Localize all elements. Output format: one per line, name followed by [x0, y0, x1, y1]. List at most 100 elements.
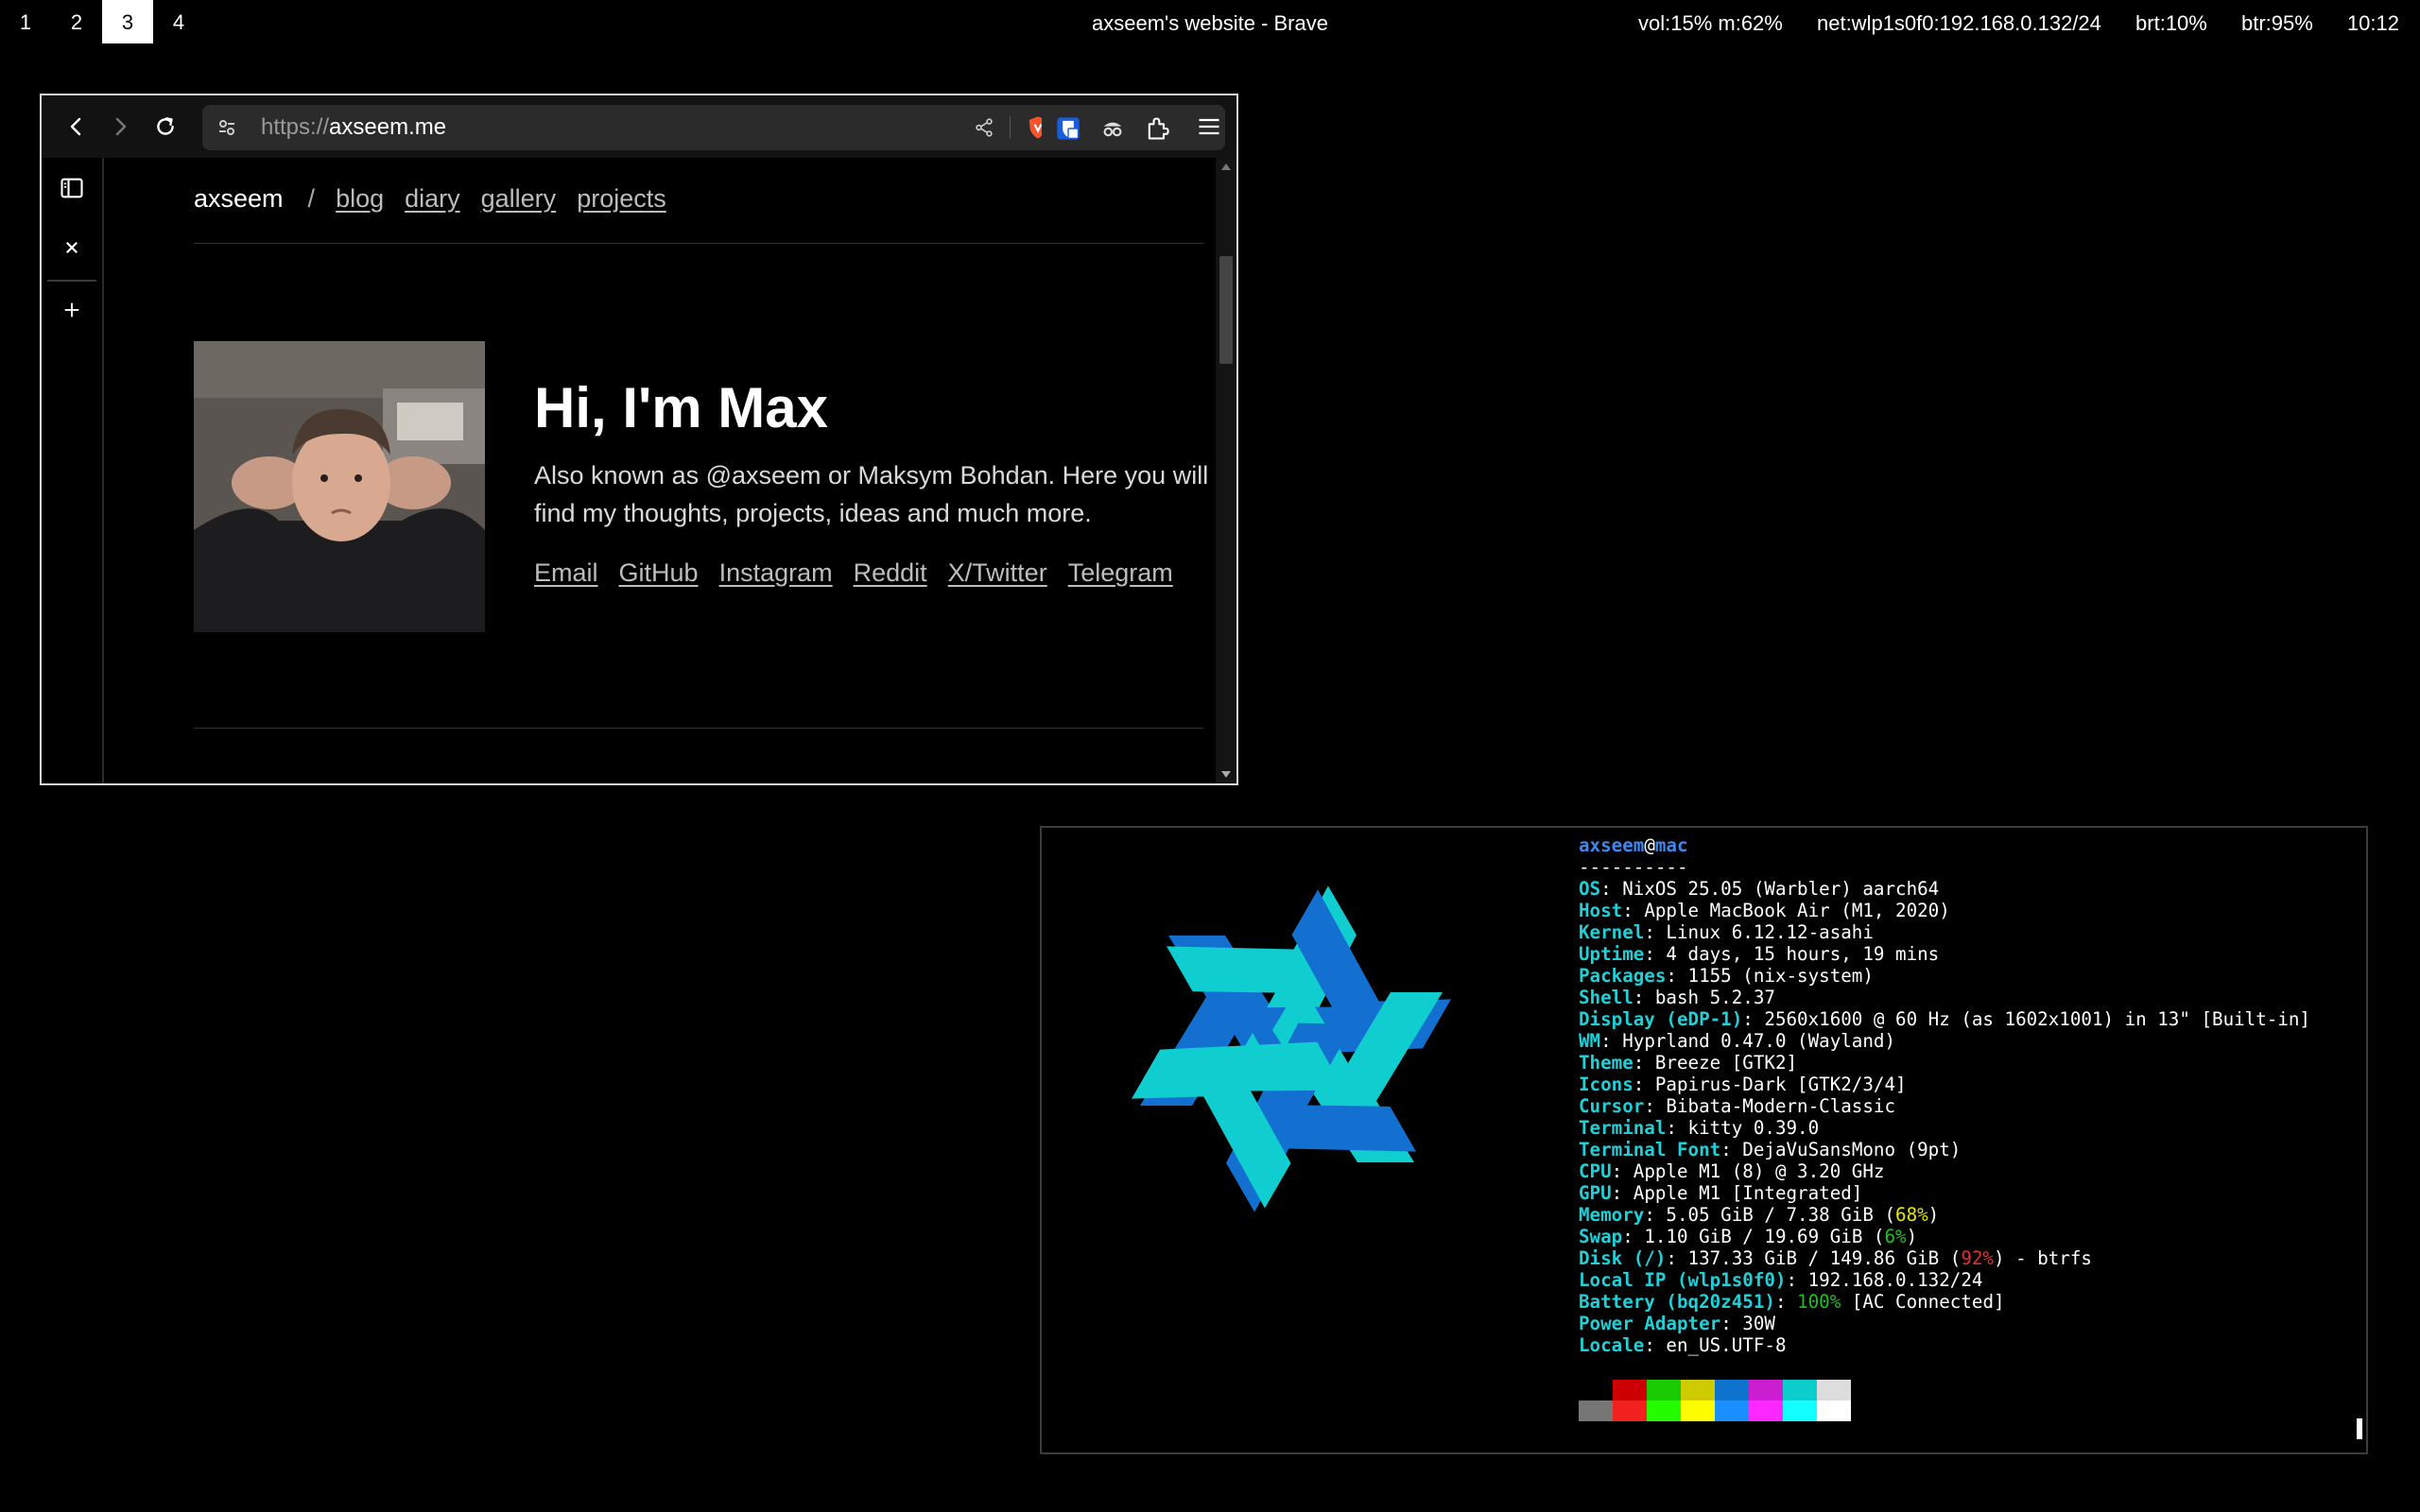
- palette-swatch: [1749, 1380, 1783, 1400]
- address-bar[interactable]: https://axseem.me: [202, 105, 1063, 150]
- web-page-content: axseem / blog diary gallery projects Hi, I'm …: [104, 158, 1216, 783]
- info-highlight: 92%: [1961, 1247, 1994, 1269]
- info-line: Packages: 1155 (nix-system): [1579, 965, 1874, 987]
- email-link[interactable]: Email: [534, 558, 598, 587]
- info-value: 192.168.0.132/24: [1807, 1269, 1983, 1291]
- info-key: Locale: [1579, 1334, 1645, 1356]
- info-key: Terminal Font: [1579, 1139, 1721, 1160]
- info-key: Battery (bq20z451): [1579, 1291, 1775, 1313]
- scroll-up-arrow-icon[interactable]: [1220, 162, 1232, 171]
- incognito-extension-icon[interactable]: [1099, 115, 1126, 142]
- volume-status: vol:15% m:62%: [1638, 11, 1783, 35]
- workspace-2[interactable]: 2: [51, 0, 102, 43]
- network-status: net:wlp1s0f0:192.168.0.132/24: [1816, 11, 2101, 35]
- nav-link-blog[interactable]: blog: [336, 184, 384, 213]
- page-scrollbar[interactable]: [1216, 158, 1236, 783]
- info-key: Cursor: [1579, 1095, 1645, 1117]
- site-brand-link[interactable]: axseem: [194, 184, 284, 213]
- share-icon[interactable]: [974, 117, 994, 138]
- instagram-link[interactable]: Instagram: [719, 558, 833, 587]
- nav-link-diary[interactable]: diary: [405, 184, 460, 213]
- info-line: GPU: Apple M1 [Integrated]: [1579, 1182, 1863, 1204]
- palette-swatch: [1579, 1380, 1613, 1400]
- info-value: Breeze [GTK2]: [1654, 1052, 1798, 1074]
- workspace-1[interactable]: 1: [0, 0, 51, 43]
- user-host-line: axseem@mac: [1579, 834, 2310, 856]
- palette-swatch: [1681, 1380, 1715, 1400]
- palette-bright-row: [1579, 1400, 1851, 1421]
- palette-swatch: [1579, 1400, 1613, 1421]
- section-divider: [194, 728, 1203, 729]
- main-menu-button[interactable]: [1191, 109, 1227, 145]
- site-settings-icon[interactable]: [216, 116, 238, 139]
- telegram-link[interactable]: Telegram: [1068, 558, 1173, 587]
- info-highlight: 100%: [1797, 1291, 1841, 1313]
- info-line: Battery (bq20z451): 100% [AC Connected]: [1579, 1291, 2005, 1313]
- extensions-puzzle-icon[interactable]: [1144, 115, 1170, 142]
- info-highlight: 6%: [1884, 1226, 1907, 1247]
- info-tail: ) - btrfs: [1993, 1247, 2092, 1269]
- info-value: Apple M1 (8) @ 3.20 GHz: [1633, 1160, 1885, 1182]
- toggle-sidebar-button[interactable]: [42, 164, 102, 212]
- github-link[interactable]: GitHub: [619, 558, 699, 587]
- info-line: Swap: 1.10 GiB / 19.69 GiB (6%): [1579, 1226, 1918, 1247]
- title-underline: ----------: [1579, 856, 1688, 878]
- url-host: axseem.me: [329, 114, 447, 140]
- workspace-3-active[interactable]: 3: [102, 0, 153, 43]
- nav-link-gallery[interactable]: gallery: [481, 184, 557, 213]
- info-value: kitty 0.39.0: [1687, 1117, 1820, 1139]
- browser-sidebar: [42, 158, 104, 783]
- info-highlight: 68%: [1895, 1204, 1928, 1226]
- close-tab-button[interactable]: [42, 224, 102, 271]
- info-value: DejaVuSansMono (9pt): [1742, 1139, 1962, 1160]
- scroll-down-arrow-icon[interactable]: [1220, 770, 1232, 780]
- info-key: Theme: [1579, 1052, 1634, 1074]
- terminal-window[interactable]: axseem@mac ---------- OS: NixOS 25.05 (War…: [1040, 826, 2368, 1454]
- info-value: 4 days, 15 hours, 19 mins: [1666, 943, 1940, 965]
- username: axseem: [1579, 834, 1645, 856]
- info-key: Memory: [1579, 1204, 1645, 1226]
- info-line: Cursor: Bibata-Modern-Classic: [1579, 1095, 1896, 1117]
- info-key: OS: [1579, 878, 1601, 900]
- bitwarden-extension-icon[interactable]: [1055, 115, 1081, 142]
- top-bar: 1 2 3 4 axseem's website - Brave vol:15%…: [0, 0, 2420, 43]
- info-value: Linux 6.12.12-asahi: [1666, 921, 1874, 943]
- info-key: Disk (/): [1579, 1247, 1667, 1269]
- info-tail: ): [1906, 1226, 1918, 1247]
- info-value: 1155 (nix-system): [1687, 965, 1874, 987]
- palette-swatch: [1783, 1400, 1817, 1421]
- info-value: 2560x1600 @ 60 Hz (as 1602x1001) in 13" …: [1764, 1008, 2310, 1030]
- info-line: CPU: Apple M1 (8) @ 3.20 GHz: [1579, 1160, 1885, 1182]
- workspace-4[interactable]: 4: [153, 0, 204, 43]
- hostname: mac: [1654, 834, 1688, 856]
- palette-swatch: [1715, 1400, 1749, 1421]
- info-value: en_US.UTF-8: [1666, 1334, 1787, 1356]
- brightness-status: brt:10%: [2135, 11, 2207, 35]
- info-line: Uptime: 4 days, 15 hours, 19 mins: [1579, 943, 1940, 965]
- nav-link-projects[interactable]: projects: [577, 184, 666, 213]
- scrollbar-thumb[interactable]: [1219, 256, 1233, 364]
- info-key: Shell: [1579, 987, 1634, 1008]
- twitter-link[interactable]: X/Twitter: [948, 558, 1047, 587]
- nav-divider: [194, 243, 1203, 244]
- url-divider: [1010, 116, 1011, 139]
- back-button[interactable]: [59, 109, 95, 145]
- reddit-link[interactable]: Reddit: [854, 558, 927, 587]
- sidebar-panel-icon: [60, 178, 83, 198]
- reload-icon: [157, 117, 174, 135]
- info-key: Kernel: [1579, 921, 1645, 943]
- palette-swatch: [1613, 1380, 1647, 1400]
- info-line: Theme: Breeze [GTK2]: [1579, 1052, 1798, 1074]
- palette-swatch: [1817, 1380, 1851, 1400]
- info-key: CPU: [1579, 1160, 1612, 1182]
- info-key: Local IP (wlp1s0f0): [1579, 1269, 1787, 1291]
- info-line: Disk (/): 137.33 GiB / 149.86 GiB (92%) …: [1579, 1247, 2092, 1269]
- at-sign: @: [1644, 834, 1655, 856]
- forward-button[interactable]: [102, 109, 138, 145]
- reload-button[interactable]: [147, 109, 183, 145]
- browser-toolbar: https://axseem.me: [42, 95, 1236, 158]
- new-tab-button[interactable]: [42, 286, 102, 334]
- plus-icon: [64, 302, 79, 318]
- palette-swatch: [1681, 1400, 1715, 1421]
- url-text[interactable]: https://axseem.me: [261, 105, 446, 150]
